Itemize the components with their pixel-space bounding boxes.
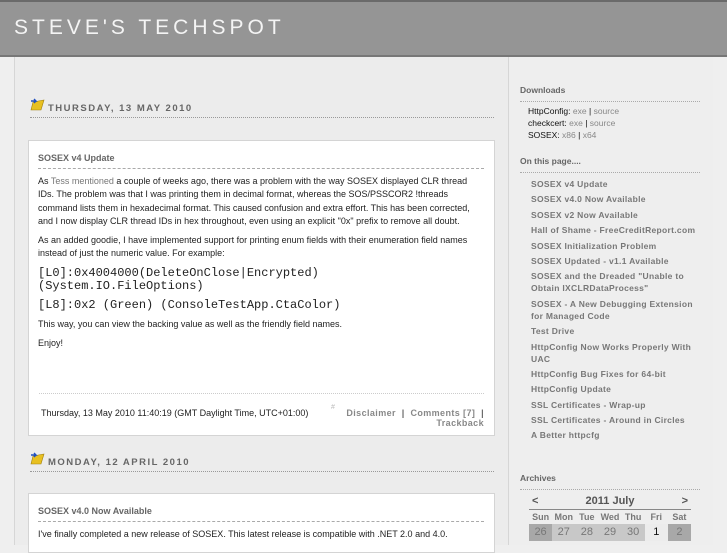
calendar-day[interactable]: 1 (644, 524, 668, 541)
calendar-day[interactable]: 30 (621, 524, 645, 541)
date-header: THURSDAY, 13 MAY 2010 (30, 98, 494, 118)
post-paragraph: Enjoy! (38, 338, 64, 349)
post-paragraph: This way, you can view the backing value… (38, 318, 342, 329)
download-link[interactable]: x86 (562, 130, 576, 140)
post-paragraph: I've finally completed a new release of … (38, 529, 448, 539)
toc-link[interactable]: SOSEX v4.0 Now Available (531, 193, 701, 205)
toc-link[interactable]: Hall of Shame - FreeCreditReport.com (531, 224, 701, 236)
calendar-day-name: Tue (579, 512, 595, 522)
toc-link[interactable]: SOSEX v2 Now Available (531, 209, 701, 221)
on-this-page-heading: On this page.... (520, 156, 700, 173)
toc-link[interactable]: SSL Certificates - Around in Circles (531, 414, 701, 426)
comments-link[interactable]: Comments [7] (410, 408, 475, 418)
download-link[interactable]: exe (569, 118, 583, 128)
toc-link[interactable]: Test Drive (531, 325, 701, 337)
post-paragraph: As Tess mentioned a couple of weeks ago,… (38, 176, 470, 226)
toc-link[interactable]: SSL Certificates - Wrap-up (531, 399, 701, 411)
toc-link[interactable]: HttpConfig Update (531, 383, 701, 395)
code-sample: [L8]:0x2 (Green) (ConsoleTestApp.CtaColo… (38, 297, 341, 312)
calendar-title: 2011 July (585, 495, 635, 507)
toc-link[interactable]: SOSEX - A New Debugging Extension for Ma… (531, 298, 701, 322)
download-link[interactable]: source (594, 106, 620, 116)
trackback-link[interactable]: Trackback (436, 418, 484, 428)
toc-link[interactable]: SOSEX v4 Update (531, 178, 701, 190)
calendar-day-name: Mon (554, 512, 573, 522)
permalink[interactable]: # (331, 404, 335, 411)
post-title[interactable]: SOSEX v4 Update (38, 153, 484, 169)
toc-link[interactable]: HttpConfig Bug Fixes for 64-bit (531, 368, 701, 380)
calendar-prev[interactable]: < (532, 495, 538, 508)
blog-post: SOSEX v4 Update As Tess mentioned a coup… (28, 140, 495, 436)
post-title[interactable]: SOSEX v4.0 Now Available (38, 506, 484, 522)
download-link[interactable]: x64 (583, 130, 597, 140)
calendar-day-name: Wed (600, 512, 620, 522)
calendar-day[interactable]: 2 (667, 524, 691, 541)
code-sample: [L0]:0x4004000(DeleteOnClose|Encrypted) … (38, 265, 319, 293)
date-header: MONDAY, 12 APRIL 2010 (30, 452, 494, 472)
separator: | (481, 408, 484, 418)
download-link[interactable]: source (590, 118, 616, 128)
toc-link[interactable]: SOSEX Initialization Problem (531, 240, 701, 252)
download-item: HttpConfig: exe | source (528, 106, 620, 116)
post-arrow-icon (30, 452, 45, 465)
archive-calendar: <2011 July > Sun Mon Tue Wed Thu Fri Sat 26 27 28… (529, 495, 691, 541)
post-footer: Thursday, 13 May 2010 11:40:19 (GMT Dayl… (39, 393, 484, 428)
site-title[interactable]: STEVE'S TECHSPOT (14, 16, 285, 40)
post-paragraph: As an added goodie, I have implemented s… (38, 235, 468, 259)
site-header: STEVE'S TECHSPOT (0, 0, 727, 57)
calendar-day[interactable]: 26 (529, 524, 553, 541)
downloads-heading: Downloads (520, 85, 700, 102)
download-item: SOSEX: x86 | x64 (528, 130, 597, 140)
download-item: checkcert: exe | source (528, 118, 616, 128)
toc-link[interactable]: SOSEX and the Dreaded "Unable to Obtain … (531, 270, 701, 294)
downloads-list: HttpConfig: exe | source checkcert: exe … (528, 105, 619, 141)
calendar-day[interactable]: 27 (552, 524, 576, 541)
toc-link[interactable]: SOSEX Updated - v1.1 Available (531, 255, 701, 267)
calendar-day-name: Sat (672, 512, 687, 522)
calendar-next[interactable]: > (682, 495, 688, 508)
blog-post: SOSEX v4.0 Now Available I've finally co… (28, 493, 495, 553)
calendar-day-name: Fri (650, 512, 663, 522)
calendar-day[interactable]: 29 (598, 524, 622, 541)
calendar-day-name: Sun (532, 512, 550, 522)
separator: | (401, 408, 405, 418)
calendar-day[interactable]: 28 (575, 524, 599, 541)
archives-heading: Archives (520, 473, 700, 490)
post-arrow-icon (30, 98, 45, 111)
post-timestamp: Thursday, 13 May 2010 11:40:19 (GMT Dayl… (41, 408, 309, 418)
disclaimer-link[interactable]: Disclaimer (346, 408, 396, 418)
tess-link[interactable]: Tess mentioned (51, 176, 114, 186)
download-link[interactable]: exe (573, 106, 587, 116)
calendar-day-name: Thu (624, 512, 642, 522)
toc-link[interactable]: HttpConfig Now Works Properly With UAC (531, 341, 701, 365)
toc-link[interactable]: A Better httpcfg (531, 429, 701, 441)
on-this-page-list: SOSEX v4 Update SOSEX v4.0 Now Available S… (531, 178, 701, 445)
